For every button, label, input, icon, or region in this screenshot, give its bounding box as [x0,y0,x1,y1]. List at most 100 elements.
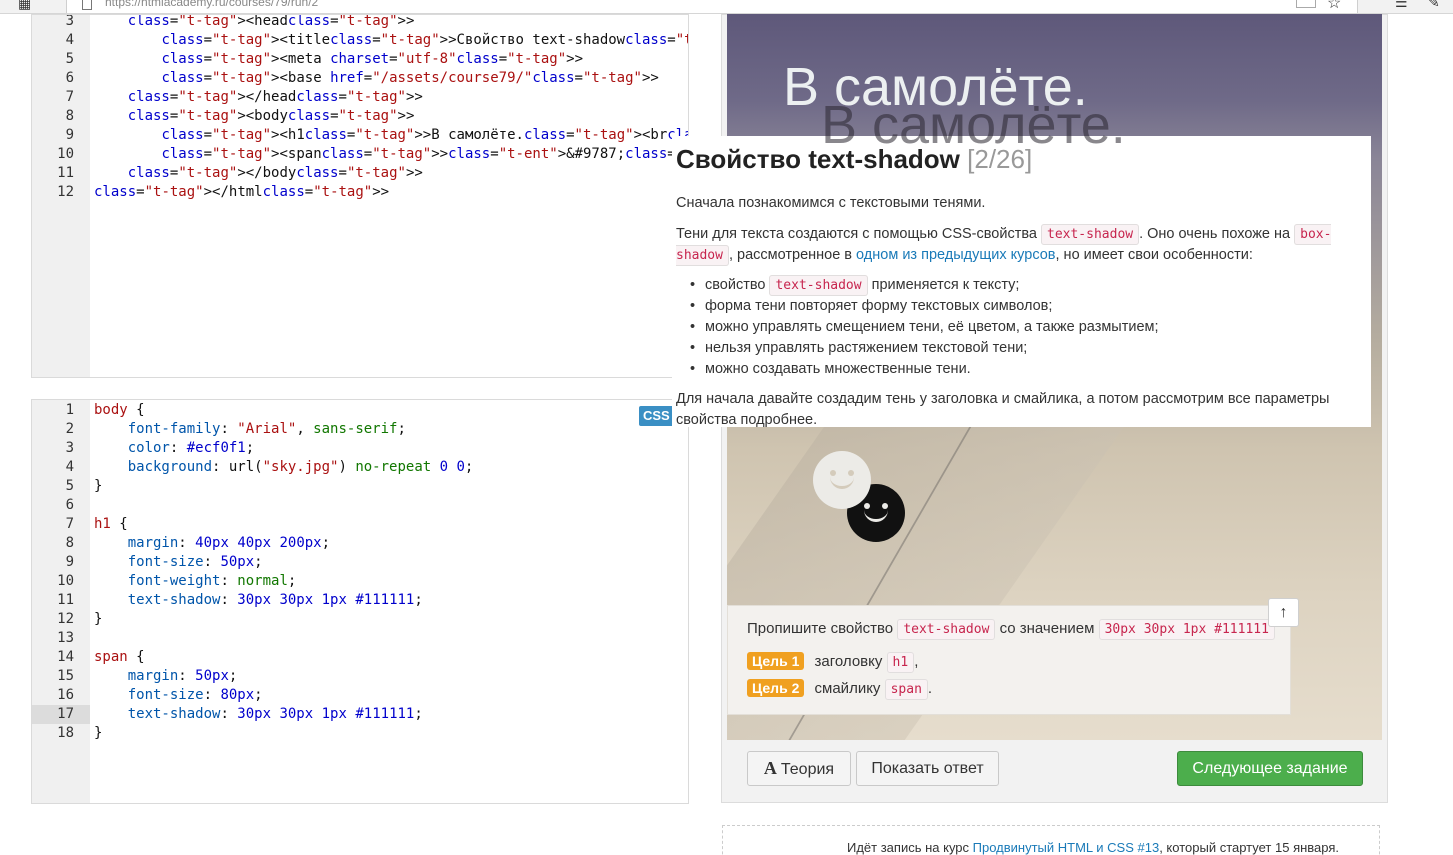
popup-intro: Сначала познакомимся с текстовыми тенями… [676,195,986,211]
code-line[interactable]: background: url("sky.jpg") no-repeat 0 0… [94,458,474,477]
line-number: 5 [65,478,74,494]
task-box: Пропишите свойство text-shadow со значен… [727,605,1291,715]
line-number: 18 [57,725,74,741]
code-line[interactable]: } [94,610,102,629]
line-number: 6 [65,70,74,86]
course-notice: Идёт запись на курс Продвинутый HTML и C… [722,825,1380,855]
address-url[interactable]: https://htmlacademy.ru/courses/79/run/2 [105,0,318,9]
html-editor[interactable]: 3 class="t-tag"><headclass="t-tag">> 4 cl… [31,14,689,378]
line-number: 15 [57,668,74,684]
goal-2: Цель 2 смайлику span. [747,679,933,700]
code-line[interactable]: } [94,724,102,743]
course-link[interactable]: Продвинутый HTML и CSS #13 [973,840,1160,855]
preview-heading: В самолёте. [783,57,1088,117]
task-value-code: 30px 30px 1px #111111 [1098,619,1275,640]
code-line[interactable]: font-family: "Arial", sans-serif; [94,420,406,439]
code-line[interactable]: span { [94,648,145,667]
code-line[interactable]: class="t-tag"></htmlclass="t-tag">> [94,183,389,202]
line-number: 2 [65,421,74,437]
code-line[interactable]: class="t-tag"><headclass="t-tag">> [94,15,415,31]
page-icon [82,0,92,10]
line-number: 10 [57,573,74,589]
apps-grid-icon[interactable]: ▦ [18,0,32,10]
show-answer-button[interactable]: Показать ответ [856,751,999,786]
browser-toolbar: ▦ https://htmlacademy.ru/courses/79/run/… [0,0,1453,14]
hub-menu-icon[interactable]: ☰ [1395,0,1408,11]
code-line[interactable]: text-shadow: 30px 30px 1px #111111; [94,705,423,724]
notice-text: , который стартует 15 января. [1159,840,1340,855]
previous-course-link[interactable]: одном из предыдущих курсов [856,247,1055,263]
theory-icon: A [763,758,777,778]
line-number: 16 [57,687,74,703]
task-property-code: text-shadow [897,619,996,640]
favorite-star-icon[interactable]: ☆ [1327,0,1341,13]
code-line[interactable]: body { [94,401,145,420]
arrow-up-icon: ↑ [1279,604,1288,621]
line-number: 9 [65,127,74,143]
line-number: 5 [65,51,74,67]
bullet-text: применяется к тексту; [867,277,1020,293]
next-task-button[interactable]: Следующее задание [1177,751,1363,786]
bullet-text: свойство [705,277,770,293]
code-line[interactable]: } [94,477,102,496]
code-line[interactable]: text-shadow: 30px 30px 1px #111111; [94,591,423,610]
css-editor[interactable]: 1 body { 2 font-family: "Arial", sans-seri… [31,399,689,804]
task-instruction: Пропишите свойство text-shadow со значен… [747,619,1275,640]
task-prefix: Пропишите свойство [747,620,894,637]
goal-2-text: смайлику [814,680,881,697]
line-number: 4 [65,459,74,475]
goal-1: Цель 1 заголовку h1, [747,652,918,673]
code-line[interactable]: class="t-tag"><meta charset="utf-8"class… [94,50,583,69]
goal-1-text: заголовку [814,653,883,670]
list-item: можно создавать множественные тени. [690,359,1367,380]
line-number: 6 [65,497,74,513]
popup-bullet-list: свойство text-shadow применяется к текст… [690,275,1367,380]
line-number: 8 [65,108,74,124]
goal-2-suffix: . [927,680,933,697]
code-line[interactable]: class="t-tag"><titleclass="t-tag">>Свойс… [94,31,688,50]
line-number: 13 [57,630,74,646]
code-line[interactable]: class="t-tag"></headclass="t-tag">> [94,88,423,107]
list-item: свойство text-shadow применяется к текст… [690,275,1367,296]
line-number: 1 [65,402,74,418]
popup-text: , рассмотренное в [728,247,857,263]
course-notice-text: Идёт запись на курс Продвинутый HTML и C… [847,840,1339,855]
theory-button[interactable]: A Теория [747,751,851,786]
popup-text: Тени для текста создаются с помощью CSS-… [676,226,1041,242]
theory-popup: Свойство text-shadow [2/26] Сначала позн… [672,136,1371,428]
code-line[interactable]: font-size: 80px; [94,686,263,705]
web-note-icon[interactable]: ✎ [1428,0,1440,11]
code-line[interactable]: class="t-tag"><h1class="t-tag">>В самолё… [94,126,688,145]
line-number: 3 [65,440,74,456]
reading-view-icon[interactable] [1296,0,1316,8]
code-line[interactable]: class="t-tag"><base href="/assets/course… [94,69,658,88]
line-number: 11 [57,165,74,181]
code-line[interactable]: h1 { [94,515,128,534]
line-number: 12 [57,184,74,200]
code-line[interactable]: color: #ecf0f1; [94,439,254,458]
code-line[interactable]: margin: 50px; [94,667,238,686]
notice-text: Идёт запись на курс [847,840,973,855]
popup-paragraph: Тени для текста создаются с помощью CSS-… [676,224,1367,266]
goal-2-badge: Цель 2 [747,679,805,697]
line-number: 10 [57,146,74,162]
code-line[interactable]: font-weight: normal; [94,572,297,591]
popup-text: . Оно очень похоже на [1139,226,1295,242]
code-line[interactable]: class="t-tag"><spanclass="t-tag">>class=… [94,145,688,164]
line-number: 14 [57,649,74,665]
bullet-code: text-shadow [769,275,868,296]
list-item: форма тени повторяет форму текстовых сим… [690,296,1367,317]
code-line[interactable]: font-size: 50px; [94,553,263,572]
line-number: 4 [65,32,74,48]
code-line[interactable]: class="t-tag"></bodyclass="t-tag">> [94,164,423,183]
code-line[interactable]: margin: 40px 40px 200px; [94,534,330,553]
code-line[interactable]: class="t-tag"><bodyclass="t-tag">> [94,107,415,126]
line-number: 12 [57,611,74,627]
line-number: 17 [57,706,74,722]
collapse-task-button[interactable]: ↑ [1268,598,1299,627]
line-number: 9 [65,554,74,570]
line-number: 11 [57,592,74,608]
goal-2-code: span [884,679,928,700]
list-item: нельзя управлять растяжением текстовой т… [690,338,1367,359]
line-number: 7 [65,89,74,105]
